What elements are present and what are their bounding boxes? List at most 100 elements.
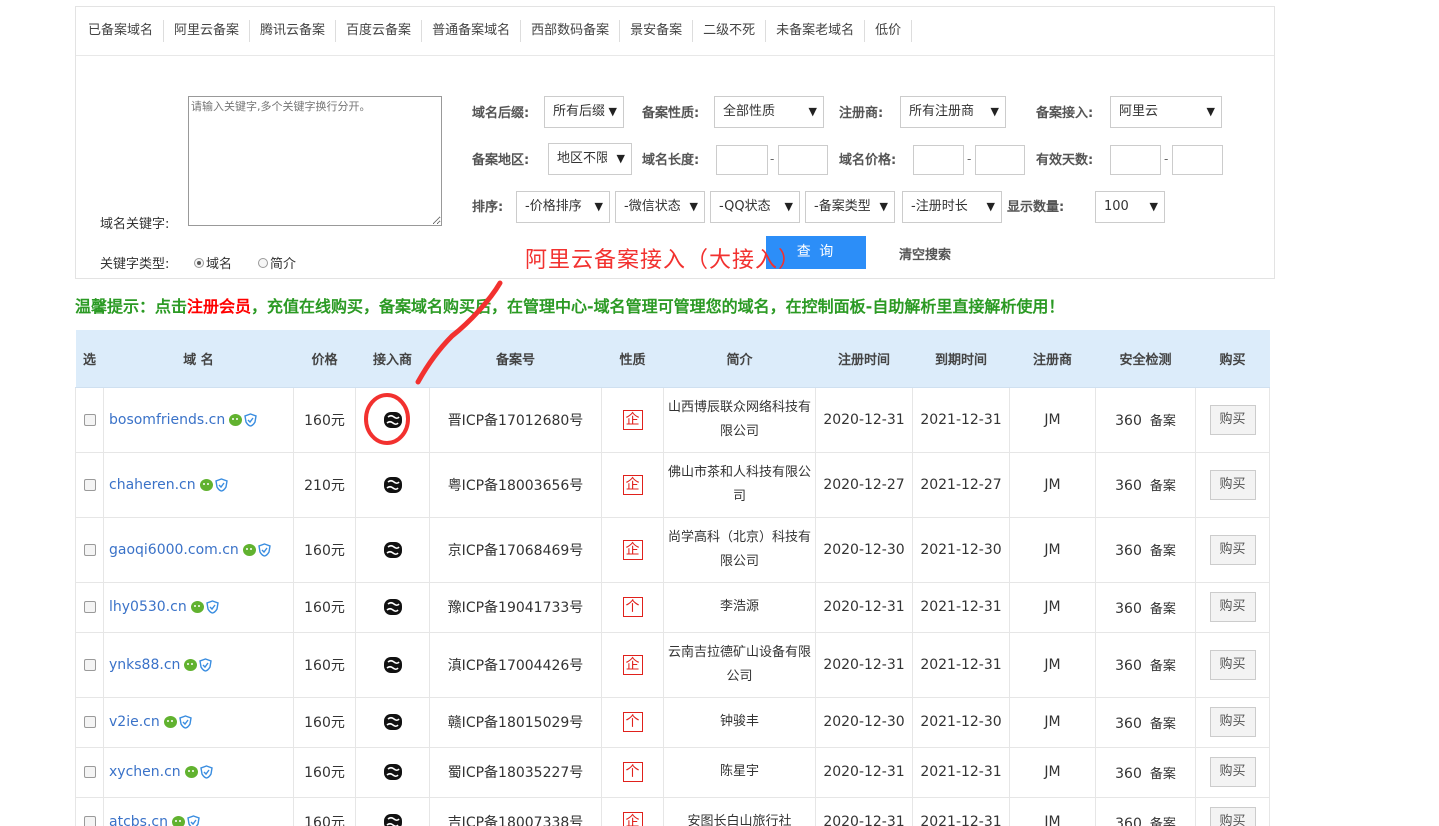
buy-button[interactable]: 购买 xyxy=(1209,534,1256,565)
select-cell xyxy=(75,696,104,748)
domain-link[interactable]: bosomfriends.cn xyxy=(109,412,225,428)
price-max-input[interactable] xyxy=(975,145,1025,175)
days-max-input[interactable] xyxy=(1172,145,1223,175)
nature-badge: 企 xyxy=(622,654,643,675)
wechat-icon xyxy=(229,413,243,426)
keyword-label: 域名关键字: xyxy=(100,217,170,232)
tab-jingan[interactable]: 景安备案 xyxy=(620,20,694,42)
tab-low-price[interactable]: 低价 xyxy=(865,20,913,42)
tab-normal-registered[interactable]: 普通备案域名 xyxy=(422,20,522,42)
dropdown-arrow-icon: ▼ xyxy=(986,200,995,213)
price-min-input[interactable] xyxy=(913,145,964,175)
reg-time-cell: 2020-12-31 xyxy=(815,746,913,798)
sort-price-select[interactable]: -价格排序 ▼ xyxy=(516,191,610,223)
sort-qq-select[interactable]: -QQ状态 ▼ xyxy=(710,191,800,223)
nature-select[interactable]: 全部性质 ▼ xyxy=(714,96,824,128)
shield-icon xyxy=(199,657,213,672)
domain-link[interactable]: xychen.cn xyxy=(109,764,181,780)
col-select: 选 xyxy=(75,330,104,388)
radio-domain[interactable]: 域名 xyxy=(194,253,232,272)
nature-badge: 个 xyxy=(622,712,643,732)
registrar-cell: JM xyxy=(1009,451,1096,518)
shield-icon xyxy=(187,815,200,826)
buy-button[interactable]: 购买 xyxy=(1209,404,1256,435)
col-reg-time: 注册时间 xyxy=(815,330,913,388)
registrar-select[interactable]: 所有注册商 ▼ xyxy=(900,96,1006,128)
buy-cell: 购买 xyxy=(1195,746,1270,798)
row-checkbox[interactable] xyxy=(83,478,96,491)
select-cell xyxy=(75,581,104,633)
length-max-input[interactable] xyxy=(778,145,828,175)
sort-regtime-select[interactable]: -注册时长 ▼ xyxy=(902,191,1002,223)
nature-cell: 个 xyxy=(601,696,664,748)
domain-link[interactable]: atcbs.cn xyxy=(109,814,168,826)
row-checkbox[interactable] xyxy=(83,816,96,826)
tab-baidu-cloud[interactable]: 百度云备案 xyxy=(336,20,423,42)
row-checkbox[interactable] xyxy=(83,766,96,778)
tab-tencent-cloud[interactable]: 腾讯云备案 xyxy=(250,20,337,42)
domain-link[interactable]: v2ie.cn xyxy=(109,714,160,730)
register-member-link[interactable]: 注册会员 xyxy=(187,297,251,316)
nature-cell: 企 xyxy=(601,796,664,826)
table-row: v2ie.cn 160元 赣ICP备18015029号 个 钟骏丰 2020-1… xyxy=(75,696,1270,748)
col-domain: 域 名 xyxy=(103,330,294,388)
registrar-cell: JM xyxy=(1009,746,1096,798)
intro-cell: 钟骏丰 xyxy=(663,696,816,748)
buy-button[interactable]: 购买 xyxy=(1209,807,1256,826)
registrar-cell: JM xyxy=(1009,581,1096,633)
length-min-input[interactable] xyxy=(716,145,768,175)
domain-link[interactable]: gaoqi6000.com.cn xyxy=(109,542,239,558)
buy-button[interactable]: 购买 xyxy=(1209,707,1256,737)
row-checkbox[interactable] xyxy=(83,413,96,426)
row-checkbox[interactable] xyxy=(83,543,96,556)
domain-link[interactable]: lhy0530.cn xyxy=(109,599,187,615)
tab-second-level[interactable]: 二级不死 xyxy=(693,20,767,42)
tab-unregistered-old[interactable]: 未备案老域名 xyxy=(766,20,866,42)
nature-cell: 个 xyxy=(601,746,664,798)
reg-time-cell: 2020-12-31 xyxy=(815,581,913,633)
domain-cell: chaheren.cn xyxy=(103,451,294,518)
exp-time-cell: 2021-12-31 xyxy=(912,746,1010,798)
tab-aliyun[interactable]: 阿里云备案 xyxy=(164,20,251,42)
reg-time-cell: 2020-12-31 xyxy=(815,631,913,698)
icp-cell: 粤ICP备18003656号 xyxy=(429,451,602,518)
exp-time-cell: 2021-12-30 xyxy=(912,516,1010,583)
table-row: ynks88.cn 160元 滇ICP备17004426号 企 云南吉拉德矿山设… xyxy=(75,631,1270,698)
count-select[interactable]: 100 ▼ xyxy=(1095,191,1165,223)
clear-search-button[interactable]: 清空搜索 xyxy=(899,244,951,263)
nature-badge: 个 xyxy=(622,762,643,782)
safety-cell: 360 备案 xyxy=(1095,796,1196,826)
safety-cell: 360 备案 xyxy=(1095,451,1196,518)
intro-cell: 尚学高科（北京）科技有限公司 xyxy=(663,516,816,583)
icp-cell: 滇ICP备17004426号 xyxy=(429,631,602,698)
table-body: bosomfriends.cn 160元 晋ICP备17012680号 企 山西… xyxy=(75,386,1270,826)
domain-link[interactable]: chaheren.cn xyxy=(109,477,196,493)
access-select[interactable]: 阿里云 ▼ xyxy=(1110,96,1222,128)
tab-registered-domains[interactable]: 已备案域名 xyxy=(78,20,165,42)
days-min-input[interactable] xyxy=(1110,145,1161,175)
keyword-textarea[interactable] xyxy=(188,96,442,226)
price-cell: 160元 xyxy=(293,796,356,826)
row-checkbox[interactable] xyxy=(83,658,96,671)
radio-intro[interactable]: 简介 xyxy=(258,253,296,272)
row-checkbox[interactable] xyxy=(83,716,96,728)
tab-west-digital[interactable]: 西部数码备案 xyxy=(521,20,621,42)
buy-button[interactable]: 购买 xyxy=(1209,592,1256,622)
buy-button[interactable]: 购买 xyxy=(1209,649,1256,680)
sort-wechat-select[interactable]: -微信状态 ▼ xyxy=(615,191,705,223)
buy-button[interactable]: 购买 xyxy=(1209,469,1256,500)
suffix-select[interactable]: 所有后缀 ▼ xyxy=(544,96,624,128)
domain-link[interactable]: ynks88.cn xyxy=(109,657,180,673)
row-checkbox[interactable] xyxy=(83,601,96,613)
nature-badge: 个 xyxy=(622,597,643,617)
select-cell xyxy=(75,631,104,698)
nature-badge: 企 xyxy=(622,539,643,560)
wechat-icon xyxy=(163,716,177,728)
access-cell xyxy=(355,581,430,633)
icp-cell: 京ICP备17068469号 xyxy=(429,516,602,583)
region-select[interactable]: 地区不限 ▼ xyxy=(548,143,632,175)
icp-cell: 豫ICP备19041733号 xyxy=(429,581,602,633)
icp-cell: 蜀ICP备18035227号 xyxy=(429,746,602,798)
sort-type-select[interactable]: -备案类型 ▼ xyxy=(805,191,895,223)
buy-button[interactable]: 购买 xyxy=(1209,757,1256,787)
